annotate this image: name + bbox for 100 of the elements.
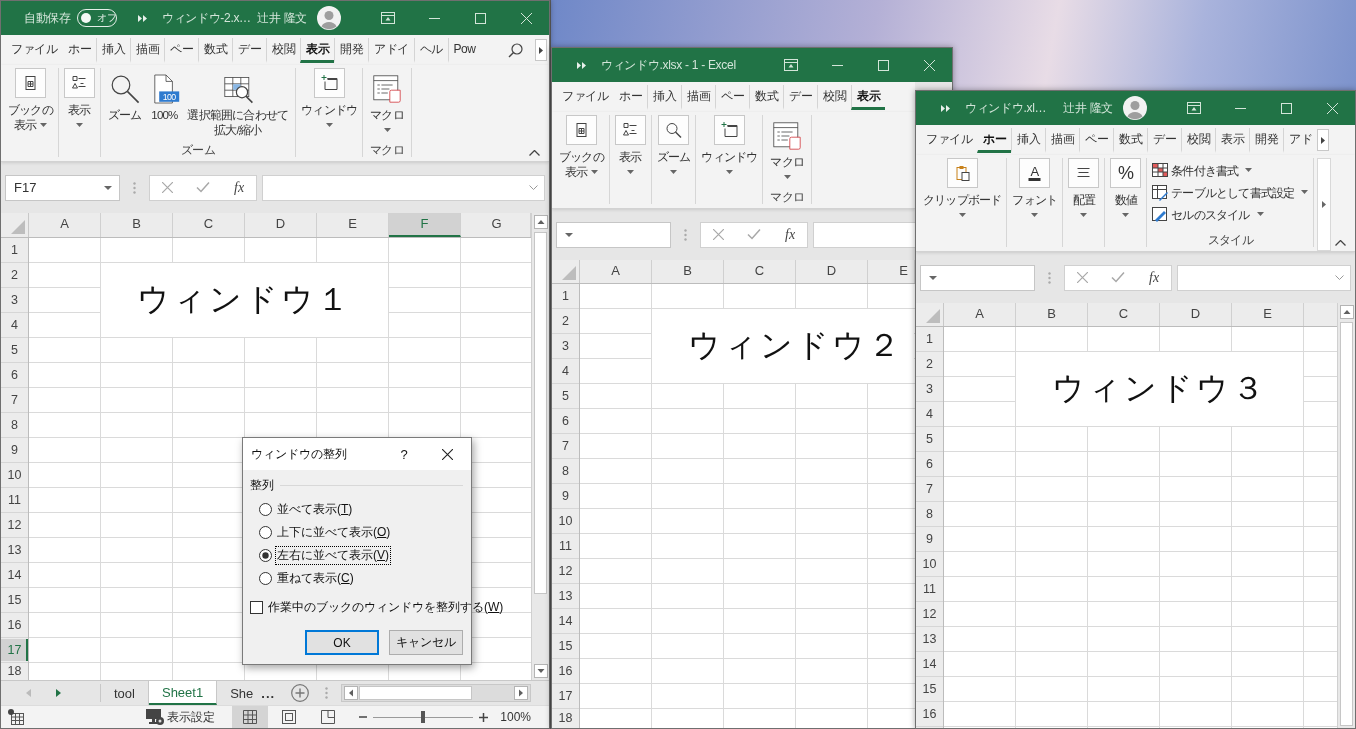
sheet-tab[interactable]: Sheet1 <box>148 681 218 705</box>
maximize-icon[interactable] <box>877 59 889 71</box>
row-header[interactable]: 3 <box>552 335 579 357</box>
triangle-right-icon[interactable] <box>56 689 61 697</box>
row-header[interactable]: 5 <box>552 385 579 407</box>
row-header[interactable]: 9 <box>916 528 943 550</box>
minus-icon[interactable] <box>359 716 368 718</box>
row-header[interactable]: 1 <box>552 285 579 307</box>
dialog-button[interactable]: キャンセル <box>389 630 463 655</box>
row-header[interactable]: 7 <box>916 478 943 500</box>
column-header[interactable]: A <box>580 260 652 283</box>
row-header[interactable]: 15 <box>552 635 579 657</box>
table-icon[interactable] <box>8 709 24 725</box>
row-header[interactable]: 15 <box>916 678 943 700</box>
ribbon-tab[interactable]: 開発 <box>334 37 368 63</box>
ribbon-tab[interactable]: ペー <box>1079 127 1113 153</box>
vertical-scrollbar[interactable] <box>1337 303 1355 728</box>
search-icon[interactable] <box>508 42 523 58</box>
close-icon[interactable] <box>442 448 453 460</box>
row-header[interactable]: 12 <box>916 603 943 625</box>
row-header[interactable]: 6 <box>1 364 28 386</box>
ribbon-button[interactable]: 条件付き書式 <box>1152 160 1253 182</box>
row-header[interactable]: 6 <box>552 410 579 432</box>
ribbon-tab[interactable]: 挿入 <box>647 84 681 110</box>
radio-icon[interactable] <box>259 503 272 516</box>
row-header[interactable]: 13 <box>1 539 28 561</box>
double-chevron-icon[interactable] <box>577 61 586 69</box>
ribbon-button[interactable]: 選択範囲に合わせて 拡大/縮小 <box>185 68 291 138</box>
row-header[interactable]: 14 <box>1 564 28 586</box>
row-header[interactable]: 10 <box>916 553 943 575</box>
column-header[interactable]: A <box>29 213 101 237</box>
row-header[interactable]: 7 <box>552 435 579 457</box>
ribbon-button[interactable]: 表示 <box>63 68 95 127</box>
column-header[interactable]: C <box>1088 303 1160 326</box>
row-header[interactable]: 16 <box>1 614 28 636</box>
insert-function-button[interactable]: fx <box>234 179 245 196</box>
user-name[interactable]: 辻井 隆文 <box>257 9 307 27</box>
slider-thumb[interactable] <box>421 711 426 723</box>
ribbon-tab[interactable]: 表示 <box>300 37 334 63</box>
radio-icon[interactable] <box>259 549 272 562</box>
row-header[interactable]: 12 <box>1 514 28 536</box>
column-header[interactable]: D <box>1160 303 1232 326</box>
maximize-icon[interactable] <box>474 12 486 24</box>
scroll-right-icon[interactable] <box>514 686 528 700</box>
dialog-button[interactable]: OK <box>305 630 379 655</box>
horizontal-scrollbar[interactable] <box>341 684 531 702</box>
insert-function-button[interactable]: fx <box>785 226 796 243</box>
row-header[interactable]: 11 <box>1 489 28 511</box>
row-header[interactable]: 8 <box>1 414 28 436</box>
ribbon-tab[interactable]: ホー <box>62 37 96 63</box>
row-header[interactable]: 16 <box>916 703 943 725</box>
ribbon-tab[interactable]: 描画 <box>1045 127 1079 153</box>
column-header[interactable]: B <box>101 213 173 237</box>
column-header[interactable]: B <box>1016 303 1088 326</box>
column-header[interactable]: C <box>724 260 796 283</box>
cross-icon[interactable] <box>161 182 173 193</box>
zoom-level[interactable]: 100% <box>500 710 531 724</box>
tab-scroll-button[interactable] <box>1317 129 1329 151</box>
avatar-icon[interactable] <box>1123 96 1147 120</box>
sheet-tab[interactable]: She <box>217 681 260 705</box>
plus-icon[interactable] <box>479 712 489 722</box>
ribbon-tab[interactable]: デー <box>232 37 266 63</box>
row-header[interactable]: 17 <box>1 639 28 661</box>
scrollbar-thumb[interactable] <box>359 686 473 700</box>
row-header[interactable]: 17 <box>552 685 579 707</box>
row-header[interactable]: 3 <box>916 378 943 400</box>
check-icon[interactable] <box>196 182 211 193</box>
ribbon-button[interactable]: マクロ <box>768 115 807 179</box>
name-box[interactable]: F17 <box>5 174 120 201</box>
help-button[interactable]: ? <box>396 446 412 462</box>
ribbon-tab[interactable]: ファイル <box>920 127 977 153</box>
scroll-up-icon[interactable] <box>1339 305 1354 319</box>
ribbon-button[interactable]: ウィンドウ <box>301 68 358 127</box>
checkbox-label[interactable]: 作業中のブックのウィンドウを整列する(W) <box>268 598 504 616</box>
ribbon-button[interactable]: 配置 <box>1068 158 1100 217</box>
ribbon-tab[interactable]: デー <box>1147 127 1181 153</box>
row-header[interactable]: 4 <box>916 403 943 425</box>
check-icon[interactable] <box>747 229 762 240</box>
row-header[interactable]: 8 <box>552 460 579 482</box>
check-icon[interactable] <box>1111 272 1126 283</box>
row-header[interactable]: 3 <box>1 289 28 311</box>
ribbon-tab[interactable]: 表示 <box>1215 127 1249 153</box>
column-header[interactable]: E <box>1232 303 1304 326</box>
ribbon-button[interactable]: A フォント <box>1012 158 1058 217</box>
more-sheets-button[interactable]: ... <box>261 685 276 701</box>
ribbon-tab[interactable]: 数式 <box>1113 127 1147 153</box>
ribbon-tab[interactable]: 描画 <box>681 84 715 110</box>
column-header[interactable]: D <box>245 213 317 237</box>
grip-dots-icon[interactable] <box>133 181 136 194</box>
row-header[interactable]: 7 <box>1 389 28 411</box>
ribbon-button[interactable]: ブックの 表示 <box>8 68 53 133</box>
ribbon-tab[interactable]: 挿入 <box>96 37 130 63</box>
ribbon-tab[interactable]: ホー <box>977 127 1011 153</box>
row-header[interactable]: 8 <box>916 503 943 525</box>
ribbon-tab[interactable]: ホー <box>613 84 647 110</box>
column-header[interactable]: D <box>796 260 868 283</box>
row-header[interactable]: 13 <box>916 628 943 650</box>
plus-circle-icon[interactable] <box>291 684 310 702</box>
row-header[interactable]: 10 <box>1 464 28 486</box>
grip-dots-icon[interactable] <box>684 228 687 241</box>
